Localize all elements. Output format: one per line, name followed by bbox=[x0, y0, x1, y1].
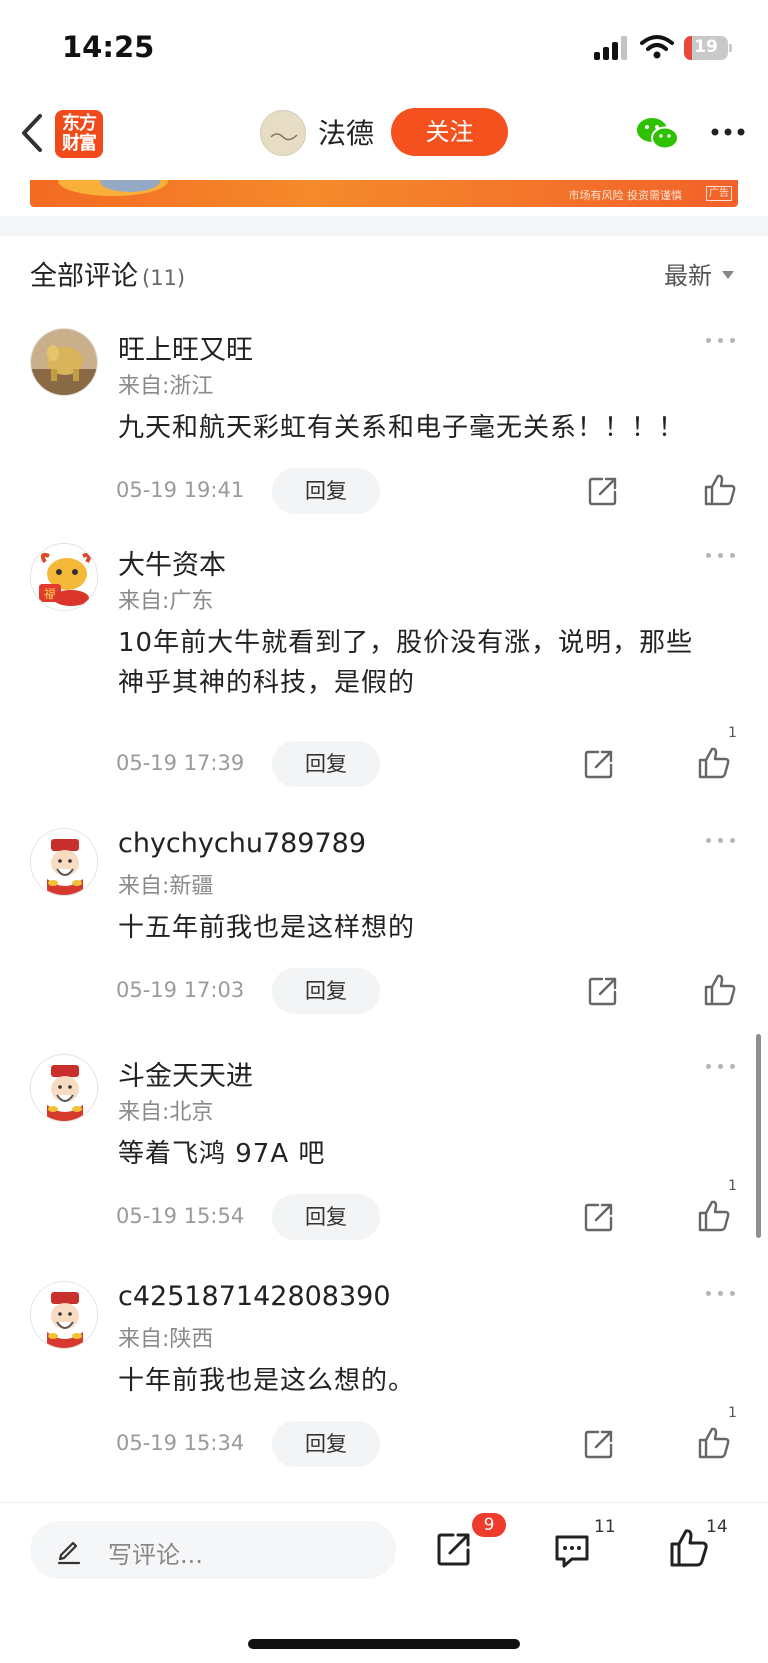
comment-actions: 05-19 17:03 回复 bbox=[0, 968, 768, 1016]
share-icon[interactable] bbox=[582, 747, 616, 781]
user-location: 来自:陕西 bbox=[118, 1327, 214, 1352]
share-icon[interactable] bbox=[582, 1200, 616, 1234]
comment-time: 05-19 15:34 bbox=[116, 1431, 245, 1455]
like-count: 1 bbox=[728, 1405, 737, 1421]
share-icon[interactable] bbox=[434, 1529, 474, 1569]
reply-button[interactable]: 回复 bbox=[272, 741, 380, 787]
comment-more-icon[interactable] bbox=[706, 1062, 738, 1072]
comment-more-icon[interactable] bbox=[706, 1289, 738, 1299]
signal-icon bbox=[594, 36, 628, 60]
user-location: 来自:北京 bbox=[118, 1100, 214, 1125]
author-name[interactable]: 法德 bbox=[318, 112, 374, 152]
comment-icon[interactable] bbox=[552, 1531, 592, 1571]
like-count: 1 bbox=[728, 1178, 737, 1194]
bottom-bar: 写评论... 9 11 14 bbox=[0, 1502, 768, 1663]
section-divider bbox=[0, 216, 768, 236]
comment-time: 05-19 17:03 bbox=[116, 978, 245, 1002]
caret-down-icon bbox=[722, 271, 734, 279]
user-location: 来自:广东 bbox=[118, 589, 214, 614]
comments-header: 全部评论 (11) 最新 bbox=[0, 236, 768, 306]
reply-button[interactable]: 回复 bbox=[272, 1421, 380, 1467]
user-avatar[interactable] bbox=[30, 328, 98, 396]
like-count: 14 bbox=[706, 1517, 728, 1537]
comment-actions: 05-19 17:39 回复 1 bbox=[0, 725, 768, 789]
user-location: 来自:浙江 bbox=[118, 374, 214, 399]
reply-button[interactable]: 回复 bbox=[272, 1194, 380, 1240]
comment-more-icon[interactable] bbox=[706, 336, 738, 346]
user-name[interactable]: 大牛资本 bbox=[118, 543, 226, 582]
write-comment-input[interactable]: 写评论... bbox=[30, 1521, 396, 1579]
like-icon[interactable] bbox=[696, 1198, 732, 1234]
ad-banner[interactable]: 市场有风险 投资需谨慎 广告 bbox=[30, 180, 738, 207]
like-icon[interactable] bbox=[696, 1425, 732, 1461]
comment-actions: 05-19 15:34 回复 1 bbox=[0, 1405, 768, 1469]
like-icon[interactable] bbox=[702, 972, 738, 1008]
user-avatar[interactable] bbox=[30, 828, 98, 896]
author-avatar[interactable] bbox=[260, 110, 306, 156]
comment-time: 05-19 17:39 bbox=[116, 751, 245, 775]
share-count-badge: 9 bbox=[472, 1513, 506, 1537]
status-time: 14:25 bbox=[62, 30, 155, 64]
wechat-icon[interactable] bbox=[636, 116, 680, 152]
share-icon[interactable] bbox=[586, 474, 620, 508]
comment-time: 05-19 19:41 bbox=[116, 478, 245, 502]
comment-text: 等着飞鸿 97A 吧 bbox=[118, 1139, 326, 1169]
comment-count: 11 bbox=[594, 1517, 616, 1537]
comments-count: (11) bbox=[142, 266, 186, 290]
share-icon[interactable] bbox=[582, 1427, 616, 1461]
comment-more-icon[interactable] bbox=[706, 551, 738, 561]
battery-icon: 19 bbox=[684, 36, 732, 60]
comment-actions: 05-19 19:41 回复 bbox=[0, 468, 768, 516]
comment-text: 10年前大牛就看到了，股价没有涨，说明，那些神乎其神的科技，是假的 bbox=[118, 628, 694, 698]
ad-disclaimer: 市场有风险 投资需谨慎 bbox=[568, 189, 683, 202]
pencil-icon bbox=[57, 1541, 81, 1565]
ad-tag: 广告 bbox=[706, 186, 732, 201]
comment-text: 十五年前我也是这样想的 bbox=[118, 913, 416, 943]
follow-button[interactable]: 关注 bbox=[391, 108, 508, 156]
comment-actions: 05-19 15:54 回复 1 bbox=[0, 1178, 768, 1242]
user-name[interactable]: 斗金天天进 bbox=[118, 1054, 253, 1093]
scrollbar[interactable] bbox=[756, 1034, 761, 1238]
comment-time: 05-19 15:54 bbox=[116, 1204, 245, 1228]
reply-button[interactable]: 回复 bbox=[272, 468, 380, 514]
like-icon[interactable] bbox=[696, 745, 732, 781]
home-indicator[interactable] bbox=[248, 1639, 520, 1649]
user-name[interactable]: chychychu789789 bbox=[118, 828, 366, 859]
write-comment-placeholder: 写评论... bbox=[108, 1541, 203, 1569]
comments-title: 全部评论 (11) bbox=[30, 261, 186, 292]
back-arrow-icon[interactable] bbox=[14, 108, 54, 158]
reply-button[interactable]: 回复 bbox=[272, 968, 380, 1014]
comment-more-icon[interactable] bbox=[706, 836, 738, 846]
user-location: 来自:新疆 bbox=[118, 874, 214, 899]
status-bar: 14:25 19 bbox=[0, 0, 768, 96]
like-icon[interactable] bbox=[702, 472, 738, 508]
nav-bar: 东方 财富 法德 关注 bbox=[0, 96, 768, 180]
battery-level: 19 bbox=[694, 37, 718, 57]
user-name[interactable]: c425187142808390 bbox=[118, 1281, 391, 1312]
like-count: 1 bbox=[728, 725, 737, 741]
comment-text: 十年前我也是这么想的。 bbox=[118, 1366, 416, 1396]
more-options-icon[interactable] bbox=[708, 120, 748, 144]
like-icon[interactable] bbox=[668, 1527, 710, 1569]
user-avatar[interactable] bbox=[30, 1281, 98, 1349]
user-name[interactable]: 旺上旺又旺 bbox=[118, 328, 253, 367]
wifi-icon bbox=[640, 35, 674, 59]
app-logo[interactable]: 东方 财富 bbox=[55, 110, 103, 158]
comment-text: 九天和航天彩虹有关系和电子毫无关系！！！！ bbox=[118, 413, 686, 443]
share-icon[interactable] bbox=[586, 974, 620, 1008]
user-avatar[interactable] bbox=[30, 1054, 98, 1122]
user-avatar[interactable]: 福 bbox=[30, 543, 98, 611]
sort-dropdown[interactable]: 最新 bbox=[664, 256, 734, 291]
